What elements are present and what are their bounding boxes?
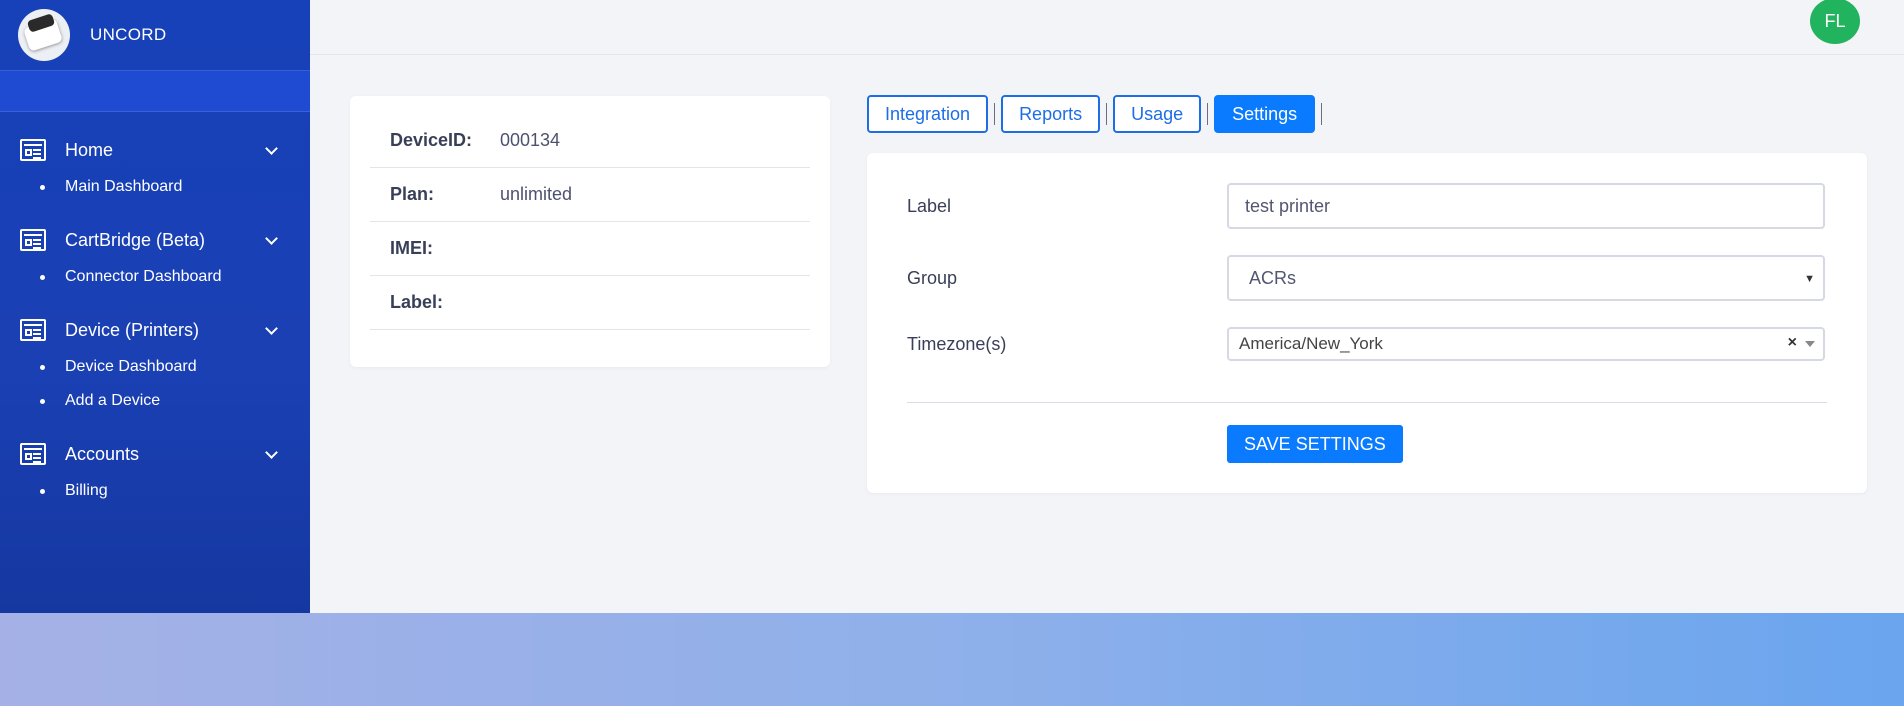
sidebar-item-billing[interactable]: Billing	[0, 474, 310, 508]
label-field-row: Label	[907, 183, 1827, 229]
info-row-device-id: DeviceID: 000134	[370, 114, 810, 168]
nav-group-title: Home	[65, 139, 114, 160]
timezone-selected-value: America/New_York	[1239, 334, 1383, 353]
chevron-down-icon	[265, 445, 278, 459]
brand-name: UNCORD	[90, 25, 167, 44]
save-settings-button[interactable]: SAVE SETTINGS	[1227, 425, 1403, 463]
tab-settings[interactable]: Settings	[1214, 95, 1316, 133]
label-input[interactable]	[1227, 183, 1825, 229]
timezone-field-row: Timezone(s) America/New_York ×	[907, 327, 1827, 361]
brand[interactable]: UNCORD	[0, 0, 310, 70]
dashboard-icon	[20, 443, 46, 465]
nav-group-accounts: Accounts Billing	[0, 434, 310, 508]
printer-logo-icon	[18, 9, 70, 61]
info-value: unlimited	[500, 184, 573, 204]
nav-group-home: Home Main Dashboard	[0, 130, 310, 204]
info-key: IMEI:	[390, 238, 433, 258]
device-tabs: Integration Reports Usage Settings	[867, 95, 1328, 133]
group-selected-value: ACRs	[1249, 267, 1297, 288]
caret-down-icon[interactable]	[1805, 341, 1815, 347]
nav-group-device: Device (Printers) Device Dashboard Add a…	[0, 310, 310, 418]
info-row-plan: Plan: unlimited	[370, 168, 810, 222]
form-divider	[907, 402, 1827, 403]
group-field-row: Group ACRs ▼	[907, 255, 1827, 301]
dashboard-icon	[20, 229, 46, 251]
dashboard-icon	[20, 319, 46, 341]
tab-separator	[994, 103, 996, 125]
tab-reports[interactable]: Reports	[1001, 95, 1101, 133]
clear-icon[interactable]: ×	[1788, 334, 1797, 352]
device-info-card: DeviceID: 000134 Plan: unlimited IMEI: L…	[350, 96, 830, 367]
info-key: DeviceID:	[390, 130, 473, 150]
chevron-down-icon	[265, 321, 278, 335]
footer-gradient	[0, 613, 1904, 706]
sidebar-item-connector-dashboard[interactable]: Connector Dashboard	[0, 260, 310, 294]
sidebar-item-add-device[interactable]: Add a Device	[0, 384, 310, 418]
tab-integration[interactable]: Integration	[867, 95, 989, 133]
sidebar-divider	[0, 70, 310, 112]
chevron-down-icon	[265, 141, 278, 155]
sidebar-item-device-dashboard[interactable]: Device Dashboard	[0, 350, 310, 384]
nav-toggle-accounts[interactable]: Accounts	[0, 434, 310, 474]
nav-toggle-device[interactable]: Device (Printers)	[0, 310, 310, 350]
tab-separator	[1106, 103, 1108, 125]
nav-toggle-home[interactable]: Home	[0, 130, 310, 170]
nav-group-title: Device (Printers)	[65, 319, 200, 340]
info-row-label: Label:	[370, 276, 810, 330]
info-row-imei: IMEI:	[370, 222, 810, 276]
nav-toggle-cartbridge[interactable]: CartBridge (Beta)	[0, 220, 310, 260]
label-field-label: Label	[907, 195, 952, 216]
sidebar-nav: Home Main Dashboard CartBridge (Beta) Co…	[0, 112, 310, 508]
info-key: Label:	[390, 292, 444, 312]
group-select[interactable]: ACRs ▼	[1227, 255, 1825, 301]
timezone-field-label: Timezone(s)	[907, 333, 1007, 354]
tab-usage[interactable]: Usage	[1113, 95, 1202, 133]
info-value: 000134	[500, 130, 561, 150]
nav-group-cartbridge: CartBridge (Beta) Connector Dashboard	[0, 220, 310, 294]
settings-card: Label Group ACRs ▼ Timezone(s) America/N…	[867, 153, 1867, 493]
sidebar: UNCORD Home Main Dashboard CartBridge (B…	[0, 0, 310, 613]
info-key: Plan:	[390, 184, 435, 204]
nav-group-title: Accounts	[65, 443, 140, 464]
top-bar: FL	[310, 0, 1904, 55]
nav-group-title: CartBridge (Beta)	[65, 229, 206, 250]
tab-separator	[1321, 103, 1323, 125]
timezone-select[interactable]: America/New_York ×	[1227, 327, 1825, 361]
caret-down-icon: ▼	[1804, 273, 1815, 285]
group-field-label: Group	[907, 267, 958, 288]
sidebar-item-main-dashboard[interactable]: Main Dashboard	[0, 170, 310, 204]
tab-separator	[1207, 103, 1209, 125]
avatar[interactable]: FL	[1810, 0, 1860, 44]
chevron-down-icon	[265, 231, 278, 245]
dashboard-icon	[20, 139, 46, 161]
